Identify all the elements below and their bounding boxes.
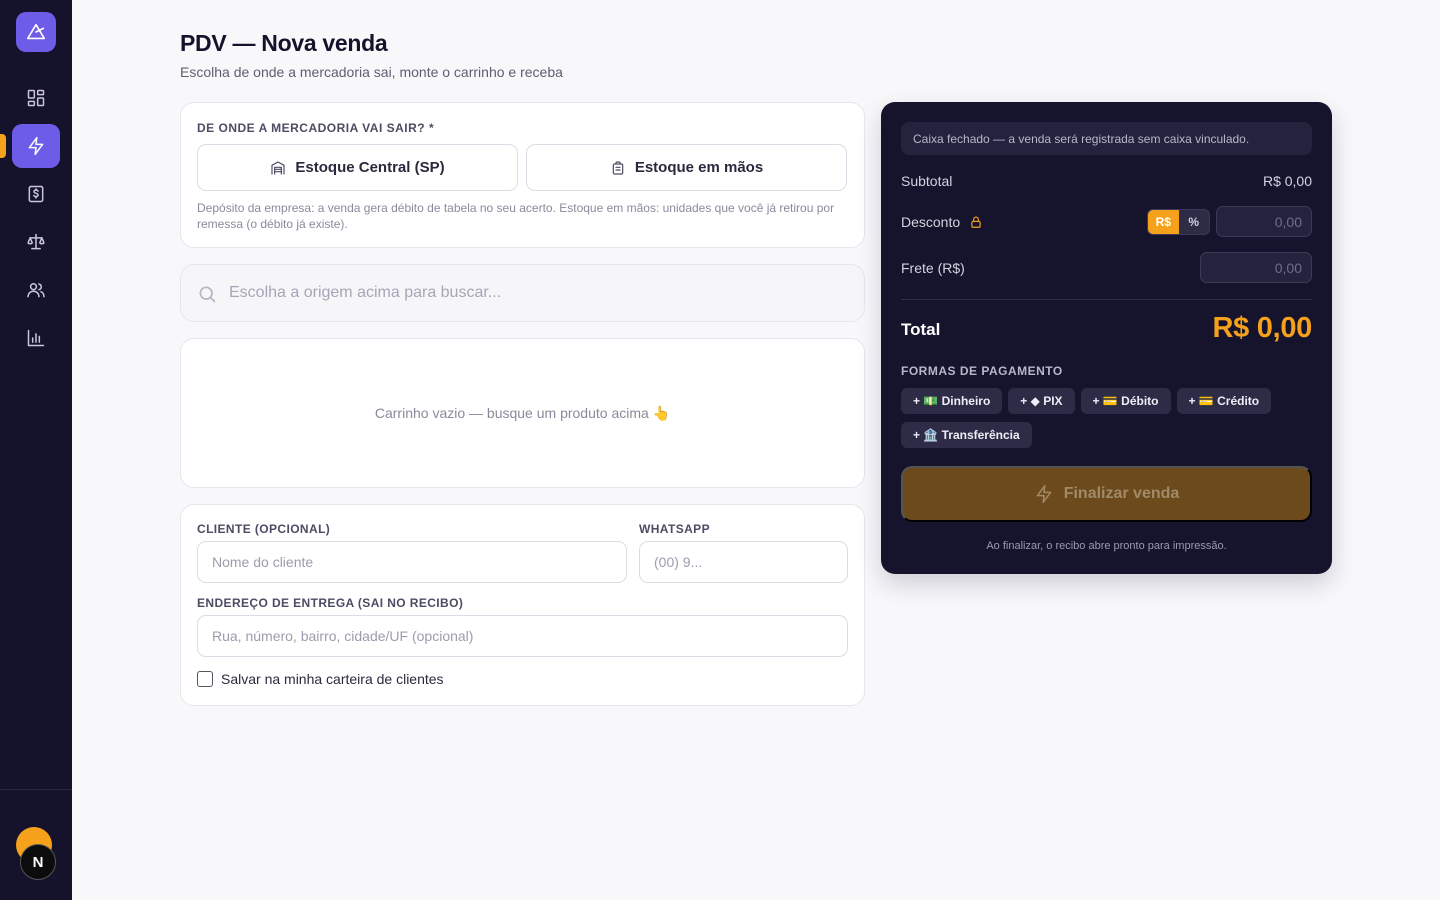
lightning-icon: [28, 136, 44, 156]
client-name-input[interactable]: [197, 541, 627, 583]
sidebar-item-dashboard[interactable]: [12, 76, 60, 120]
shipping-input[interactable]: [1200, 252, 1312, 283]
subtotal-label: Subtotal: [901, 173, 953, 189]
address-label: ENDEREÇO DE ENTREGA (SAI NO RECIBO): [197, 596, 464, 610]
finalize-sale-label: Finalizar venda: [1063, 485, 1180, 502]
shipping-label: Frete (R$): [901, 260, 965, 276]
cash-register-notice: Caixa fechado — a venda será registrada …: [901, 122, 1312, 155]
sidebar-item-clients[interactable]: [12, 268, 60, 312]
discount-mode-percent[interactable]: %: [1179, 210, 1210, 234]
app-logo[interactable]: [16, 12, 56, 52]
sidebar-item-finance[interactable]: [12, 172, 60, 216]
sidebar-item-reports[interactable]: [12, 316, 60, 360]
discount-mode-currency[interactable]: R$: [1148, 210, 1179, 234]
discount-input[interactable]: [1216, 206, 1312, 237]
cart-area: Carrinho vazio — busque um produto acima…: [180, 338, 865, 488]
sidebar: N: [0, 0, 72, 900]
save-client-label[interactable]: Salvar na minha carteira de clientes: [221, 671, 444, 687]
origin-label: De onde a mercadoria vai sair? *: [197, 121, 435, 135]
discount-label: Desconto: [901, 214, 961, 230]
triangle-logo-icon: [26, 23, 46, 40]
payment-panel: Caixa fechado — a venda será registrada …: [881, 102, 1332, 574]
origin-central-button[interactable]: Estoque Central (SP): [197, 144, 518, 191]
origin-hand-button[interactable]: Estoque em mãos: [526, 144, 847, 191]
payment-methods: + 💵 Dinheiro + ◆ PIX + 💳 Débito + 💳 Créd…: [901, 388, 1312, 448]
origin-central-label: Estoque Central (SP): [295, 159, 445, 176]
users-icon: [27, 283, 45, 298]
total-value: R$ 0,00: [1212, 312, 1313, 344]
origin-card: De onde a mercadoria vai sair? * Estoque…: [180, 102, 865, 248]
subtotal-value: R$ 0,00: [1262, 173, 1312, 189]
panel-divider: [901, 299, 1312, 300]
save-client-checkbox[interactable]: [197, 671, 213, 687]
payment-methods-title: FORMAS DE PAGAMENTO: [901, 364, 1063, 378]
payment-method-debit[interactable]: + 💳 Débito: [1080, 388, 1171, 414]
product-search: [180, 264, 865, 322]
sidebar-item-settlement[interactable]: [12, 220, 60, 264]
bag-icon: [612, 160, 624, 175]
cart-empty-text: Carrinho vazio — busque um produto acima…: [374, 404, 671, 421]
sidebar-item-pdv[interactable]: [12, 124, 60, 168]
page-title: PDV — Nova venda: [180, 30, 388, 56]
bar-chart-icon: [27, 329, 45, 347]
payment-method-credit[interactable]: + 💳 Crédito: [1176, 388, 1272, 414]
warehouse-icon: [271, 160, 286, 175]
payment-method-transfer[interactable]: + 🏦 Transferência: [901, 422, 1032, 448]
address-input[interactable]: [197, 615, 848, 657]
dollar-receipt-icon: [28, 185, 44, 203]
origin-hand-label: Estoque em mãos: [634, 159, 764, 176]
app-badge[interactable]: N: [20, 844, 56, 880]
discount-row: Desconto: [901, 214, 983, 232]
page-subtitle: Escolha de onde a mercadoria sai, monte …: [180, 64, 563, 80]
discount-mode-toggle: R$ %: [1147, 209, 1210, 235]
active-nav-marker: [0, 134, 6, 158]
search-icon: [199, 286, 216, 303]
whatsapp-label: WHATSAPP: [639, 522, 710, 536]
dashboard-icon: [27, 89, 45, 107]
payment-method-cash[interactable]: + 💵 Dinheiro: [901, 388, 1003, 414]
finalize-note: Ao finalizar, o recibo abre pronto para …: [986, 540, 1227, 552]
client-card: CLIENTE (OPCIONAL) WHATSAPP ENDEREÇO DE …: [180, 504, 865, 706]
search-input[interactable]: [229, 265, 849, 321]
scale-icon: [27, 233, 45, 250]
finalize-sale-button[interactable]: Finalizar venda: [901, 466, 1312, 522]
lightning-icon: [1036, 484, 1052, 504]
whatsapp-input[interactable]: [639, 541, 848, 583]
payment-method-pix[interactable]: + ◆ PIX: [1008, 388, 1075, 414]
sidebar-divider: [0, 789, 72, 790]
total-label: Total: [901, 320, 941, 339]
origin-help-text: Depósito da empresa: a venda gera débito…: [197, 201, 835, 231]
lock-icon: [969, 215, 983, 232]
client-name-label: CLIENTE (OPCIONAL): [197, 522, 331, 536]
